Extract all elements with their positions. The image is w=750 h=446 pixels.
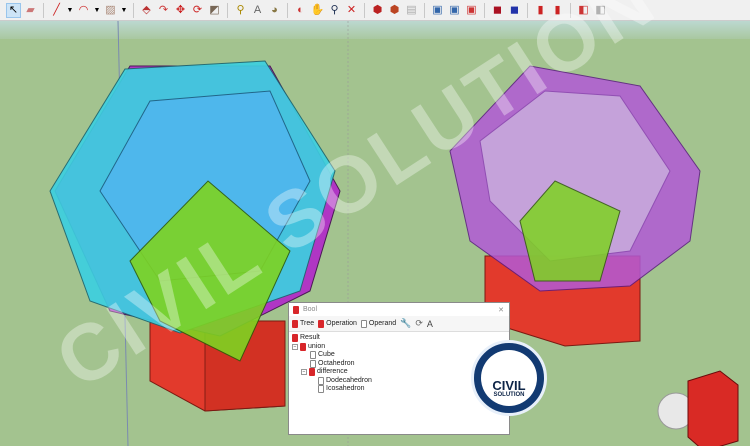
chevron-down-icon[interactable]: ▼ [120, 3, 128, 18]
operation-label: Operation [326, 320, 357, 327]
operand-button[interactable]: Operand [360, 319, 397, 328]
tree-label: difference [317, 368, 348, 375]
follow-me-icon[interactable]: ↷ [156, 3, 171, 18]
tree-label: Tree [300, 320, 315, 327]
text-icon[interactable]: A [250, 3, 265, 18]
chevron-down-icon[interactable]: ▼ [93, 3, 101, 18]
text-button[interactable]: A [427, 319, 433, 329]
move-icon[interactable]: ✥ [173, 3, 188, 18]
bool-icon[interactable]: ◼ [490, 3, 505, 18]
eraser-icon[interactable]: ▰ [23, 3, 38, 18]
tree-label: Octahedron [318, 359, 355, 367]
style-icon[interactable]: ▣ [464, 3, 479, 18]
rotate-icon[interactable]: ⟳ [190, 3, 205, 18]
axis-gizmo [657, 370, 739, 446]
wrench-button[interactable]: 🔧 [400, 318, 411, 329]
pan-icon[interactable]: ✋ [310, 3, 325, 18]
push-pull-icon[interactable]: ⬘ [139, 3, 154, 18]
zoom-icon[interactable]: ⚲ [327, 3, 342, 18]
tree-item-result[interactable]: Result [292, 334, 506, 343]
dialog-toolbar: Tree Operation Operand 🔧 ⟳ A [289, 316, 509, 332]
logo-text: CIVIL [492, 378, 526, 393]
arc-icon[interactable]: ◠ [76, 3, 91, 18]
shape-icon[interactable]: ▨ [103, 3, 118, 18]
tree-label: Cube [318, 351, 335, 358]
zoom-extents-icon[interactable]: ✕ [344, 3, 359, 18]
chevron-down-icon[interactable]: ▼ [66, 3, 74, 18]
extension-icon[interactable]: ⬢ [387, 3, 402, 18]
operand-icon [360, 319, 367, 328]
tree-label: union [308, 342, 326, 350]
component-icon[interactable]: ▣ [430, 3, 445, 18]
close-button[interactable]: ✕ [498, 306, 504, 314]
tree-label: Dodecahedron [326, 376, 372, 384]
orbit-icon[interactable]: ◐ [293, 3, 308, 18]
collapse-icon[interactable]: − [292, 343, 298, 350]
bool-app-icon [293, 305, 299, 314]
rb-icon[interactable]: ◼ [507, 3, 522, 18]
warehouse-icon[interactable]: ⬢ [370, 3, 385, 18]
logo-subtext: SOLUTION [493, 392, 525, 398]
tree-button[interactable]: Tree [292, 319, 315, 328]
paint-bucket-icon[interactable]: ◕ [267, 3, 282, 18]
layers-icon[interactable]: ▣ [447, 3, 462, 18]
tree-icon [292, 319, 298, 328]
civil-solution-logo: CIVIL SOLUTION [471, 340, 547, 416]
operation-icon [318, 319, 325, 328]
operand-label: Operand [368, 320, 397, 327]
select-icon[interactable]: ↖ [6, 2, 21, 18]
tree-label: Result [300, 334, 320, 341]
collapse-icon[interactable]: − [301, 369, 307, 376]
scale-icon[interactable]: ◩ [207, 3, 222, 18]
operation-button[interactable]: Operation [318, 319, 357, 328]
tree-label: Icosahedron [326, 385, 365, 392]
dialog-titlebar: Bool ✕ [289, 303, 509, 316]
tape-measure-icon[interactable]: ⚲ [233, 3, 248, 18]
line-icon[interactable]: ╱ [49, 3, 64, 18]
tree-item-cube[interactable]: Cube [292, 351, 506, 360]
dialog-title: Bool [303, 306, 318, 313]
refresh-button[interactable]: ⟳ [415, 318, 423, 329]
tree-item-union[interactable]: − union [292, 343, 506, 352]
share-icon[interactable]: ▤ [404, 3, 419, 18]
